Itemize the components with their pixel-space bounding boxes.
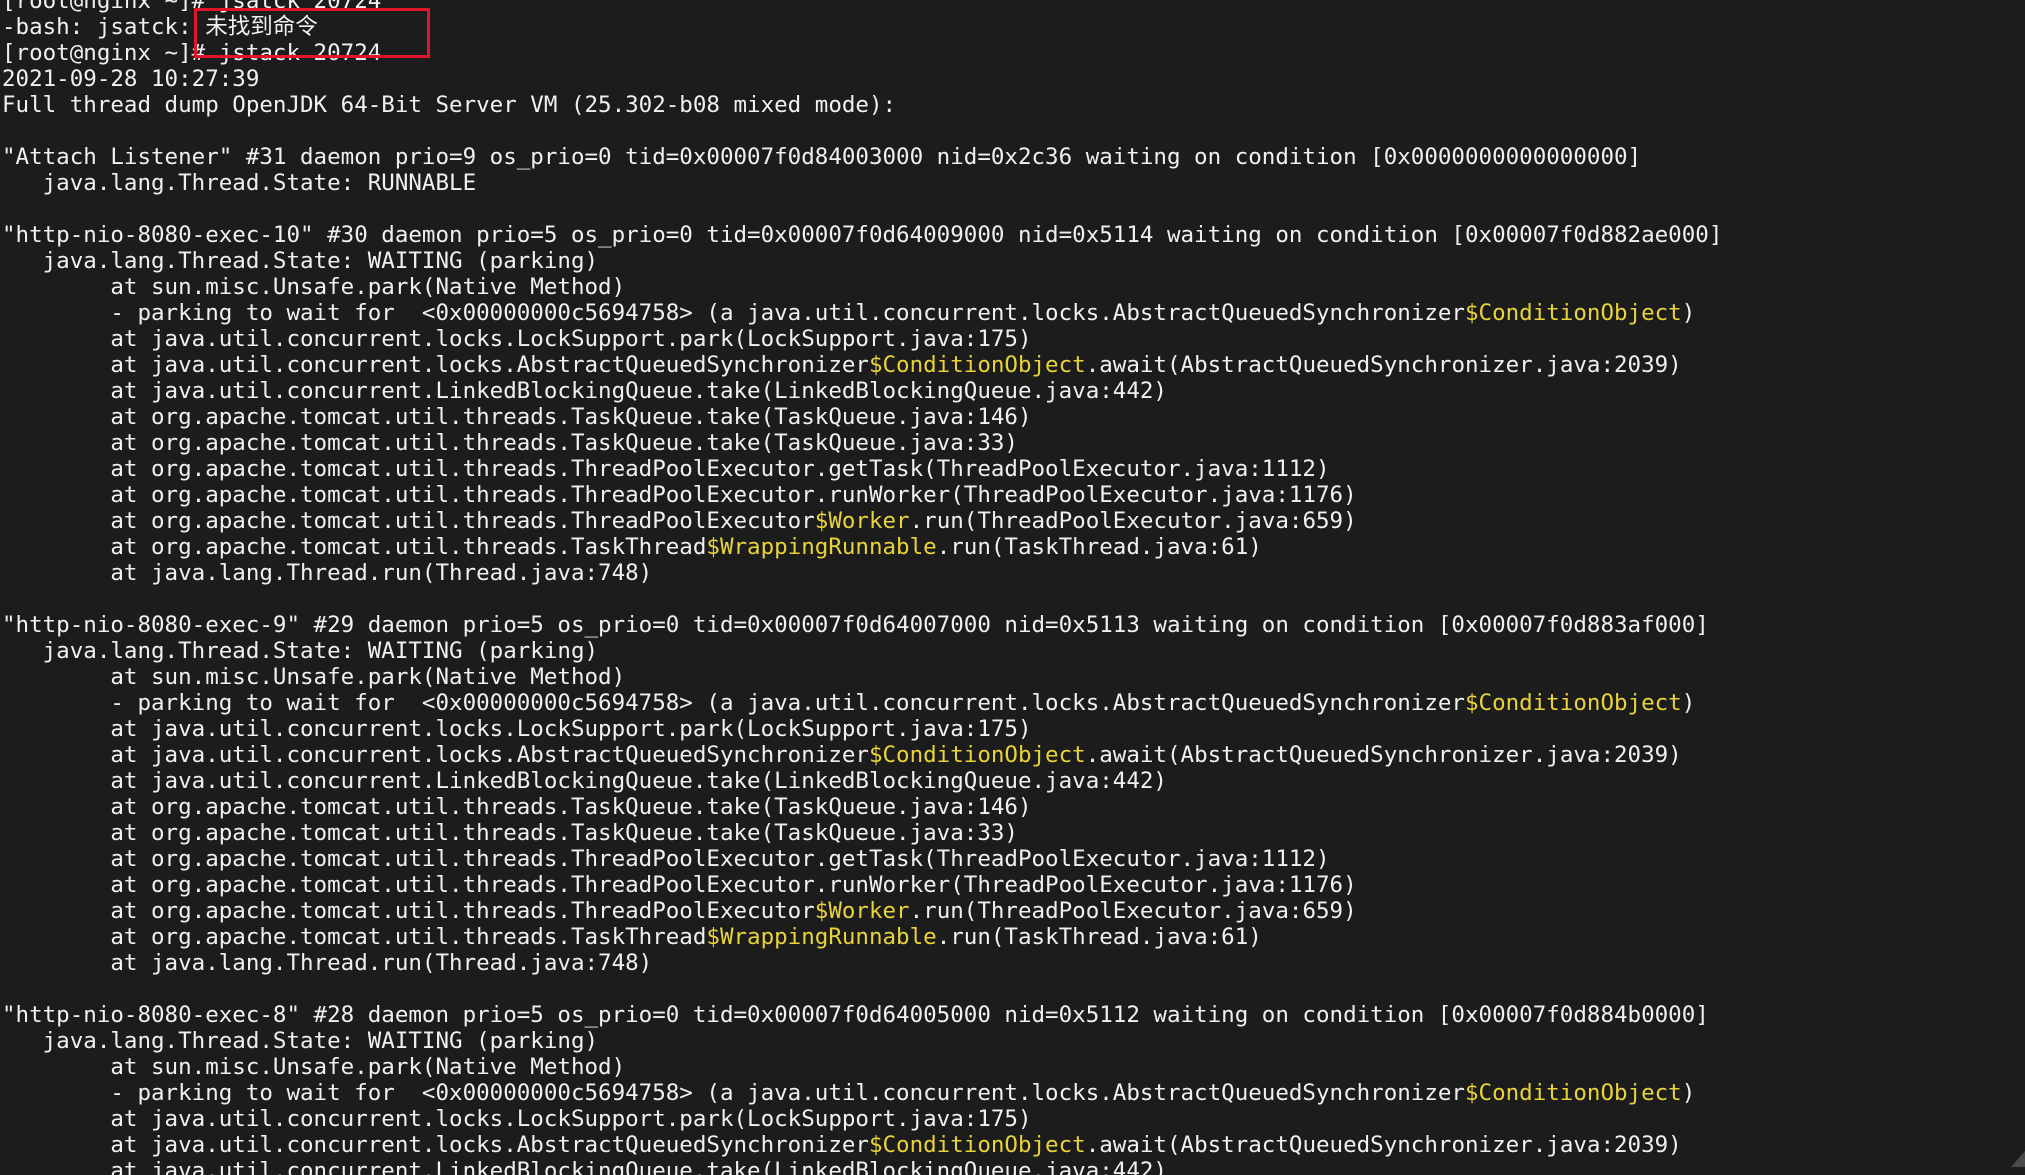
terminal-line: java.lang.Thread.State: WAITING (parking…: [2, 248, 599, 274]
terminal-line: "http-nio-8080-exec-9" #29 daemon prio=5…: [2, 612, 1709, 638]
line-text: at java.util.concurrent.locks.AbstractQu…: [2, 1132, 869, 1158]
terminal-line: at org.apache.tomcat.util.threads.Thread…: [2, 872, 1357, 898]
terminal-line: at org.apache.tomcat.util.threads.Thread…: [2, 508, 1722, 534]
highlighted-class-name: $WrappingRunnable: [706, 924, 937, 950]
terminal-line: - parking to wait for <0x00000000c569475…: [2, 300, 1722, 326]
terminal-line: at org.apache.tomcat.util.threads.TaskQu…: [2, 430, 1018, 456]
highlighted-class-name: $ConditionObject: [1464, 1080, 1682, 1106]
terminal-line: at java.util.concurrent.locks.AbstractQu…: [2, 1132, 1722, 1158]
terminal-line: at org.apache.tomcat.util.threads.TaskQu…: [2, 404, 1032, 430]
line-text: at org.apache.tomcat.util.threads.Thread…: [2, 898, 815, 924]
terminal-line: at java.util.concurrent.LinkedBlockingQu…: [2, 768, 1167, 794]
line-text: ): [1681, 690, 1696, 716]
terminal-line: Full thread dump OpenJDK 64-Bit Server V…: [2, 92, 897, 118]
terminal-line: at java.lang.Thread.run(Thread.java:748): [2, 560, 653, 586]
terminal-line: at java.util.concurrent.locks.AbstractQu…: [2, 742, 1722, 768]
line-text: ): [1681, 1080, 1696, 1106]
terminal-line: at org.apache.tomcat.util.threads.Thread…: [2, 898, 1722, 924]
line-text: at org.apache.tomcat.util.threads.TaskTh…: [2, 534, 707, 560]
terminal-line: at sun.misc.Unsafe.park(Native Method): [2, 664, 626, 690]
terminal-line: "Attach Listener" #31 daemon prio=9 os_p…: [2, 144, 1642, 170]
terminal-line: at java.util.concurrent.LinkedBlockingQu…: [2, 378, 1167, 404]
highlighted-class-name: $ConditionObject: [868, 742, 1086, 768]
highlighted-class-name: $ConditionObject: [1464, 300, 1682, 326]
terminal-line: at java.util.concurrent.LinkedBlockingQu…: [2, 1158, 1167, 1175]
terminal-line: java.lang.Thread.State: WAITING (parking…: [2, 638, 599, 664]
line-text: .await(AbstractQueuedSynchronizer.java:2…: [1085, 742, 1682, 768]
line-text: at java.util.concurrent.locks.AbstractQu…: [2, 742, 869, 768]
highlighted-class-name: $ConditionObject: [1464, 690, 1682, 716]
terminal-line: at org.apache.tomcat.util.threads.TaskQu…: [2, 794, 1032, 820]
terminal-window[interactable]: [root@nginx ~]# jsatck 20724 -bash: jsatc…: [0, 0, 2025, 1175]
line-text: .await(AbstractQueuedSynchronizer.java:2…: [1085, 1132, 1682, 1158]
terminal-line: at org.apache.tomcat.util.threads.TaskTh…: [2, 924, 1722, 950]
terminal-line: "http-nio-8080-exec-10" #30 daemon prio=…: [2, 222, 1723, 248]
line-text: - parking to wait for <0x00000000c569475…: [2, 1080, 1465, 1106]
line-text: at org.apache.tomcat.util.threads.TaskTh…: [2, 924, 707, 950]
terminal-line: at java.util.concurrent.locks.LockSuppor…: [2, 716, 1032, 742]
line-text: .run(TaskThread.java:61): [936, 534, 1262, 560]
terminal-line: at java.util.concurrent.locks.AbstractQu…: [2, 352, 1722, 378]
terminal-line: at java.util.concurrent.locks.LockSuppor…: [2, 1106, 1032, 1132]
resize-corner-icon[interactable]: [2011, 1151, 2025, 1167]
terminal-line: at java.util.concurrent.locks.LockSuppor…: [2, 326, 1032, 352]
line-text: .run(TaskThread.java:61): [936, 924, 1262, 950]
line-text: .await(AbstractQueuedSynchronizer.java:2…: [1085, 352, 1682, 378]
terminal-line: at org.apache.tomcat.util.threads.TaskTh…: [2, 534, 1722, 560]
terminal-line: - parking to wait for <0x00000000c569475…: [2, 1080, 1722, 1106]
terminal-output: [root@nginx ~]# jsatck 20724 -bash: jsatc…: [2, 0, 1722, 1175]
highlighted-class-name: $ConditionObject: [868, 352, 1086, 378]
highlighted-class-name: $WrappingRunnable: [706, 534, 937, 560]
highlighted-class-name: $Worker: [814, 508, 910, 534]
terminal-line: - parking to wait for <0x00000000c569475…: [2, 690, 1722, 716]
line-text: at java.util.concurrent.locks.AbstractQu…: [2, 352, 869, 378]
line-text: at org.apache.tomcat.util.threads.Thread…: [2, 508, 815, 534]
terminal-line: at org.apache.tomcat.util.threads.Thread…: [2, 846, 1330, 872]
terminal-line: java.lang.Thread.State: RUNNABLE: [2, 170, 477, 196]
terminal-line: at sun.misc.Unsafe.park(Native Method): [2, 1054, 626, 1080]
terminal-line: at sun.misc.Unsafe.park(Native Method): [2, 274, 626, 300]
terminal-line: "http-nio-8080-exec-8" #28 daemon prio=5…: [2, 1002, 1709, 1028]
terminal-line: at org.apache.tomcat.util.threads.TaskQu…: [2, 820, 1018, 846]
line-text: .run(ThreadPoolExecutor.java:659): [909, 508, 1357, 534]
terminal-line: java.lang.Thread.State: WAITING (parking…: [2, 1028, 599, 1054]
line-text: - parking to wait for <0x00000000c569475…: [2, 300, 1465, 326]
annotation-box: [194, 8, 430, 58]
highlighted-class-name: $Worker: [814, 898, 910, 924]
terminal-line: 2021-09-28 10:27:39: [2, 66, 260, 92]
terminal-line: at org.apache.tomcat.util.threads.Thread…: [2, 482, 1357, 508]
line-text: - parking to wait for <0x00000000c569475…: [2, 690, 1465, 716]
highlighted-class-name: $ConditionObject: [868, 1132, 1086, 1158]
terminal-line: at java.lang.Thread.run(Thread.java:748): [2, 950, 653, 976]
terminal-line: at org.apache.tomcat.util.threads.Thread…: [2, 456, 1330, 482]
line-text: .run(ThreadPoolExecutor.java:659): [909, 898, 1357, 924]
line-text: ): [1681, 300, 1696, 326]
